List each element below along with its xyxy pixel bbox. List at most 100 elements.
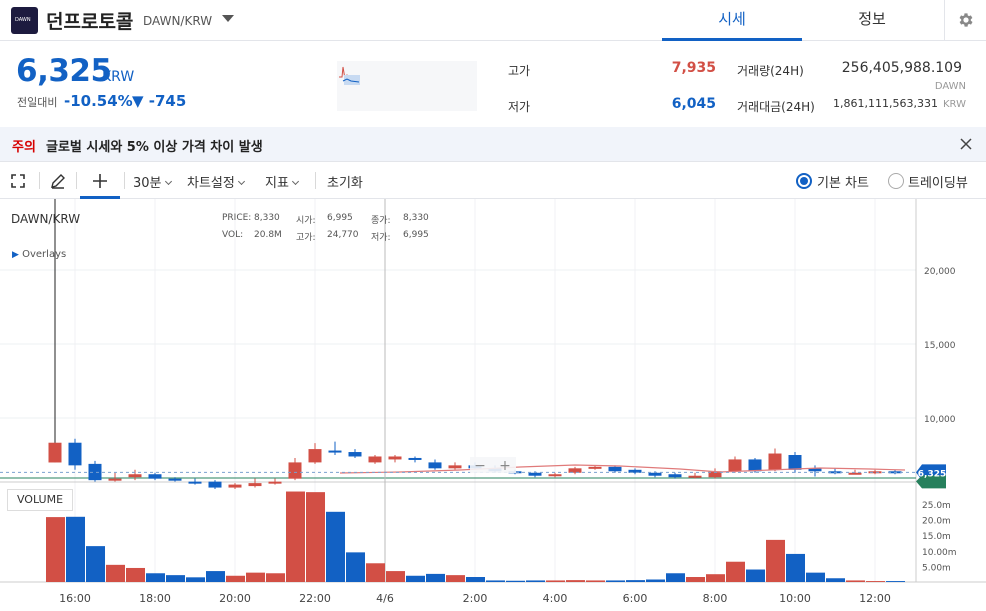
price-chart-area[interactable]: 20,000 15,000 10,000 16:00 18:00 20:00 22:00 4/… bbox=[0, 199, 986, 611]
candle-body bbox=[328, 450, 342, 453]
drawing-tool-button[interactable] bbox=[49, 172, 67, 190]
value-label: 거래대금(24H) bbox=[737, 100, 815, 114]
candle-body bbox=[548, 474, 562, 477]
high-label: 고가 bbox=[508, 64, 531, 78]
candle-body bbox=[228, 484, 242, 488]
settings-button[interactable] bbox=[944, 0, 986, 41]
indicators-label: 지표 bbox=[265, 176, 289, 191]
legend-close-label: 종가: bbox=[371, 216, 391, 226]
candle-body bbox=[188, 481, 202, 484]
volume-bar bbox=[806, 572, 825, 582]
coin-logo: DAWN bbox=[11, 7, 38, 34]
volume-bar bbox=[166, 575, 185, 582]
reset-chart-button[interactable]: 초기화 bbox=[327, 172, 363, 191]
close-icon bbox=[960, 138, 972, 150]
chart-toolbar: 30분 차트설정 지표 초기화 기본 차트 트레이딩뷰 bbox=[0, 161, 986, 199]
volume-bar bbox=[886, 581, 905, 582]
coin-dropdown-icon[interactable] bbox=[222, 15, 234, 22]
volume-bar bbox=[726, 561, 745, 582]
value-value: 1,861,111,563,331 bbox=[833, 97, 938, 110]
volume-bar bbox=[786, 553, 805, 582]
toolbar-divider bbox=[39, 172, 40, 189]
candle-body bbox=[768, 453, 782, 470]
volume-label: 거래량(24H) bbox=[737, 64, 804, 78]
tradingview-label[interactable]: 트레이딩뷰 bbox=[908, 172, 968, 191]
candle-body bbox=[748, 459, 762, 472]
candle-body bbox=[48, 442, 62, 463]
volume-bar bbox=[526, 580, 545, 582]
volume-bar bbox=[766, 539, 785, 582]
candle-body bbox=[248, 483, 262, 487]
coin-pair: DAWN/KRW bbox=[143, 14, 213, 28]
legend-low-label: 저가: bbox=[371, 233, 391, 243]
legend-close-value: 8,330 bbox=[403, 213, 429, 223]
volume-tick-label: 15.0m bbox=[922, 532, 951, 542]
fullscreen-icon bbox=[11, 174, 25, 188]
fullscreen-button[interactable] bbox=[10, 173, 26, 189]
volume-bar bbox=[586, 580, 605, 582]
volume-bar bbox=[426, 573, 445, 582]
value-unit: KRW bbox=[943, 99, 966, 110]
chart-settings-menu[interactable]: 차트설정 bbox=[187, 172, 245, 191]
toolbar-divider bbox=[76, 172, 77, 189]
time-tick-label: 8:00 bbox=[703, 592, 728, 605]
volume-bar bbox=[126, 567, 145, 582]
candle-body bbox=[848, 472, 862, 475]
time-tick-label: 10:00 bbox=[779, 592, 811, 605]
chart-pair-label: DAWN/KRW bbox=[11, 212, 81, 226]
tab-market[interactable]: 시세 bbox=[662, 0, 802, 41]
notice-text: 글로벌 시세와 5% 이상 가격 차이 발생 bbox=[46, 140, 263, 155]
volume-tick-label: 5.00m bbox=[922, 563, 951, 573]
time-tick-label: 16:00 bbox=[59, 592, 91, 605]
tab-info[interactable]: 정보 bbox=[802, 0, 942, 41]
candle-body bbox=[688, 475, 702, 478]
volume-bar bbox=[646, 579, 665, 582]
notice-tag: 주의 bbox=[12, 140, 36, 155]
change-rate: -10.54% bbox=[64, 92, 133, 110]
volume-bar bbox=[326, 511, 345, 582]
volume-bar bbox=[306, 492, 325, 582]
candle-body bbox=[68, 442, 82, 466]
price-tick-label: 15,000 bbox=[924, 341, 956, 351]
legend-price-value: 8,330 bbox=[254, 213, 280, 223]
volume-bar bbox=[626, 580, 645, 582]
volume-bar bbox=[386, 571, 405, 582]
time-tick-label: 22:00 bbox=[299, 592, 331, 605]
volume-value: 256,405,988.109 bbox=[841, 60, 962, 76]
legend-open-label: 시가: bbox=[296, 216, 316, 226]
candlestick-chart[interactable]: 20,000 15,000 10,000 16:00 18:00 20:00 22:00 4/… bbox=[0, 199, 986, 611]
volume-bar bbox=[226, 575, 245, 582]
volume-bar bbox=[366, 563, 385, 582]
toolbar-divider bbox=[315, 172, 316, 189]
chart-settings-label: 차트설정 bbox=[187, 176, 235, 191]
interval-select[interactable]: 30분 bbox=[133, 172, 172, 191]
candle-body bbox=[208, 481, 222, 488]
current-price: 6,325 bbox=[16, 53, 112, 89]
volume-unit: DAWN bbox=[934, 81, 966, 92]
time-tick-label: 18:00 bbox=[139, 592, 171, 605]
close-notice-button[interactable] bbox=[958, 136, 974, 152]
candle-body bbox=[268, 481, 282, 484]
time-tick-label: 4/6 bbox=[376, 592, 394, 605]
time-tick-label: 12:00 bbox=[859, 592, 891, 605]
interval-label: 30분 bbox=[133, 176, 162, 191]
gear-icon bbox=[959, 13, 973, 27]
overlays-toggle[interactable]: ▶ Overlays bbox=[12, 249, 66, 260]
current-price-tag-label: 6,325 bbox=[918, 469, 946, 479]
legend-vol-label: VOL: bbox=[222, 230, 244, 240]
volume-tick-label: 10.00m bbox=[922, 548, 957, 558]
tradingview-radio[interactable] bbox=[888, 173, 904, 189]
indicators-menu[interactable]: 지표 bbox=[265, 172, 299, 191]
zoom-out-button[interactable]: − bbox=[474, 458, 486, 474]
basic-chart-label[interactable]: 기본 차트 bbox=[817, 172, 869, 191]
volume-tag: VOLUME bbox=[7, 489, 73, 511]
volume-bar bbox=[746, 569, 765, 582]
volume-bar bbox=[666, 573, 685, 582]
zoom-in-button[interactable]: + bbox=[499, 458, 511, 474]
basic-chart-radio[interactable] bbox=[796, 173, 812, 189]
crosshair-button[interactable] bbox=[80, 162, 120, 199]
candle-body bbox=[668, 474, 682, 478]
volume-bar bbox=[286, 491, 305, 582]
volume-bar bbox=[206, 571, 225, 582]
crosshair-icon bbox=[93, 174, 107, 188]
